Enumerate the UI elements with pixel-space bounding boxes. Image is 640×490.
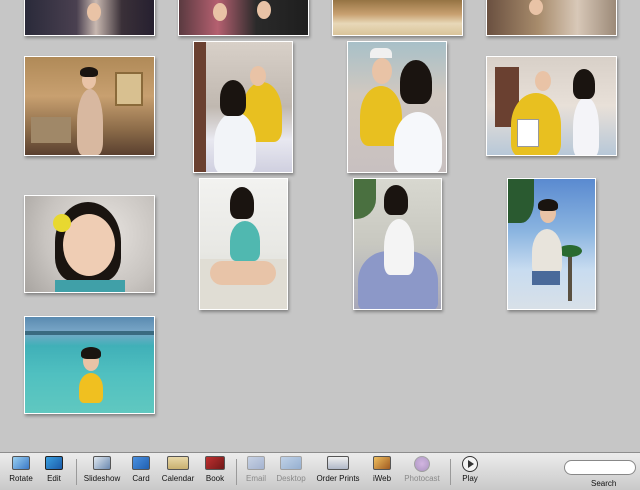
email-icon [247, 456, 265, 470]
calendar-icon [167, 456, 189, 470]
search-label: Search [591, 479, 617, 488]
photocast-icon [414, 456, 430, 472]
photo-thumbnail[interactable] [199, 178, 288, 310]
photo-thumbnail[interactable] [347, 41, 447, 173]
desktop-label: Desktop [276, 474, 306, 483]
book-button[interactable]: Book [202, 456, 228, 490]
calendar-label: Calendar [161, 474, 195, 483]
edit-label: Edit [47, 474, 61, 483]
photo-thumbnail[interactable] [332, 0, 463, 36]
order-prints-icon [327, 456, 349, 470]
photo-thumbnail[interactable] [178, 0, 309, 36]
play-button[interactable]: Play [456, 456, 484, 490]
photo-grid [0, 0, 640, 452]
iweb-icon [373, 456, 391, 470]
play-icon [462, 456, 478, 472]
card-label: Card [132, 474, 150, 483]
iweb-label: iWeb [372, 474, 392, 483]
bottom-toolbar: Rotate Edit Slideshow Card Calendar Book… [0, 452, 640, 490]
slideshow-icon [93, 456, 111, 470]
photo-thumbnail[interactable] [24, 195, 155, 293]
slideshow-button[interactable]: Slideshow [82, 456, 122, 490]
photocast-button[interactable]: Photocast [402, 456, 442, 490]
desktop-button[interactable]: Desktop [274, 456, 308, 490]
calendar-button[interactable]: Calendar [160, 456, 196, 490]
rotate-label: Rotate [9, 474, 33, 483]
photo-thumbnail[interactable] [24, 316, 155, 414]
order-prints-label: Order Prints [316, 474, 360, 483]
photo-thumbnail[interactable] [24, 56, 155, 156]
iweb-button[interactable]: iWeb [368, 456, 396, 490]
photo-thumbnail[interactable] [193, 41, 293, 173]
desktop-icon [280, 456, 302, 470]
card-icon [132, 456, 150, 470]
photo-thumbnail[interactable] [24, 0, 155, 36]
play-label: Play [462, 474, 478, 483]
order-prints-button[interactable]: Order Prints [314, 456, 362, 490]
rotate-icon [12, 456, 30, 470]
rotate-button[interactable]: Rotate [6, 456, 36, 490]
photo-thumbnail[interactable] [486, 0, 617, 36]
photo-thumbnail[interactable] [353, 178, 442, 310]
edit-button[interactable]: Edit [40, 456, 68, 490]
photocast-label: Photocast [404, 474, 440, 483]
photo-thumbnail[interactable] [486, 56, 617, 156]
toolbar-separator [76, 459, 77, 485]
book-label: Book [205, 474, 225, 483]
card-button[interactable]: Card [128, 456, 154, 490]
toolbar-separator [450, 459, 451, 485]
search-input[interactable] [564, 460, 636, 475]
toolbar-separator [236, 459, 237, 485]
slideshow-label: Slideshow [83, 474, 121, 483]
edit-icon [45, 456, 63, 470]
book-icon [205, 456, 225, 470]
email-label: Email [245, 474, 266, 483]
email-button[interactable]: Email [242, 456, 270, 490]
photo-thumbnail[interactable] [507, 178, 596, 310]
